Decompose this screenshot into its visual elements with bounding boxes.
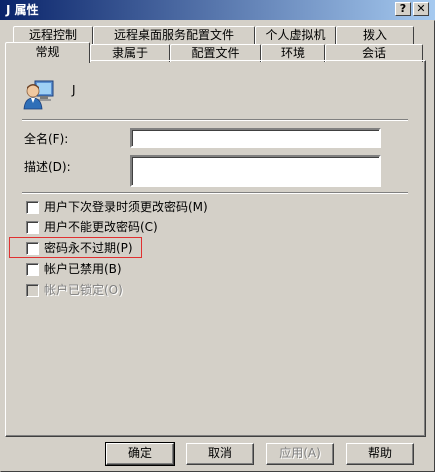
description-input[interactable] xyxy=(130,155,381,187)
highlight-box xyxy=(9,237,142,258)
help-title-button[interactable]: ? xyxy=(395,2,411,16)
cannot-change-password-label: 用户不能更改密码(C) xyxy=(44,220,158,234)
user-icon xyxy=(23,80,54,110)
title-bar[interactable] xyxy=(0,0,435,20)
tab-dial-in[interactable]: 拨入 xyxy=(336,26,414,44)
fullname-label: 全名(F): xyxy=(24,132,69,146)
tab-general[interactable]: 常规 xyxy=(5,42,90,63)
account-locked-checkbox xyxy=(26,284,39,297)
fullname-input[interactable] xyxy=(130,128,381,148)
description-label: 描述(D): xyxy=(24,160,71,174)
account-disabled-label: 帐户已禁用(B) xyxy=(44,262,122,276)
cancel-button[interactable]: 取消 xyxy=(186,443,254,465)
cannot-change-password-checkbox[interactable] xyxy=(26,221,39,234)
account-locked-label: 帐户已锁定(O) xyxy=(44,283,123,297)
help-button[interactable]: 帮助 xyxy=(346,443,414,465)
user-name: J xyxy=(72,83,76,97)
window-title: J 属性 xyxy=(6,3,39,17)
must-change-password-checkbox[interactable] xyxy=(26,201,39,214)
separator-middle xyxy=(22,192,408,194)
ok-button[interactable]: 确定 xyxy=(105,442,175,466)
apply-button: 应用(A) xyxy=(266,443,334,465)
separator-top xyxy=(22,119,408,121)
account-disabled-checkbox[interactable] xyxy=(26,263,39,276)
tab-rds-profile[interactable]: 远程桌面服务配置文件 xyxy=(93,26,255,44)
close-button[interactable]: ✕ xyxy=(413,2,429,16)
must-change-password-label: 用户下次登录时须更改密码(M) xyxy=(44,200,208,214)
tab-personal-vm[interactable]: 个人虚拟机 xyxy=(255,26,336,44)
